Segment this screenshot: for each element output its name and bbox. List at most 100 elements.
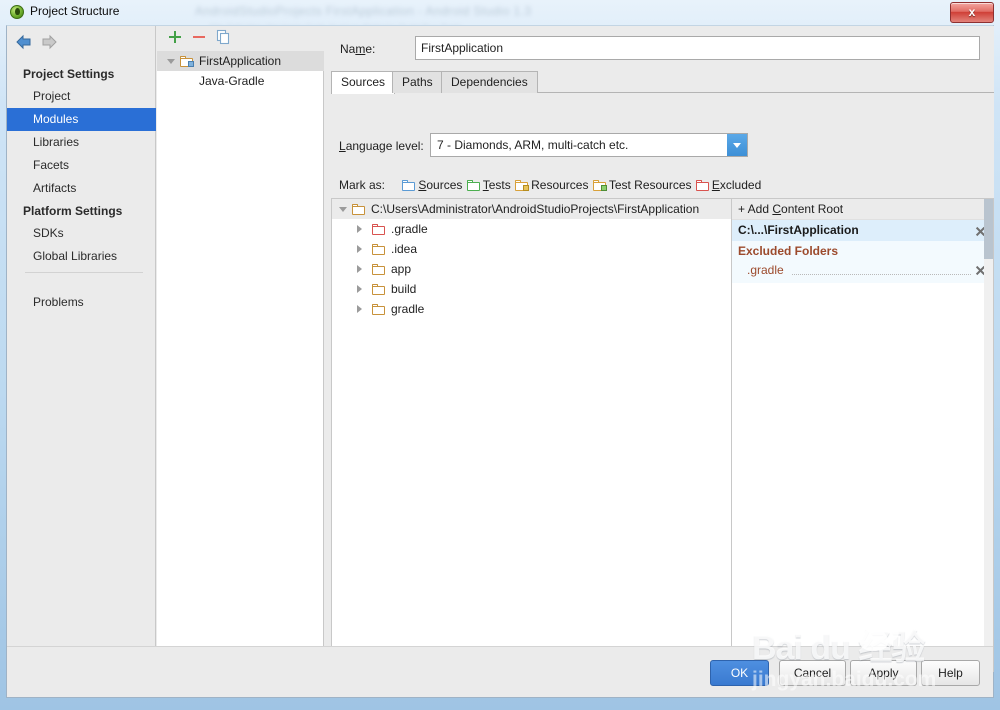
language-level-select[interactable]: 7 - Diamonds, ARM, multi-catch etc. [430,133,748,157]
close-icon: x [968,5,976,19]
editor-tabs: Sources Paths Dependencies [331,71,994,94]
excluded-folder-icon [695,180,709,191]
title-bar: Project Structure x [0,0,1000,24]
module-tree-label: Java-Gradle [199,74,265,88]
sidebar-problems-section: Problems [7,291,156,314]
content-roots-panel: + Add Content Root C:\...\FirstApplicati… [731,198,994,672]
module-tree-row[interactable]: FirstApplication [157,51,324,71]
sidebar-item-libraries[interactable]: Libraries [7,131,156,154]
add-content-root-button[interactable]: + Add Content Root [732,199,993,220]
help-button[interactable]: Help [921,660,980,686]
chevron-down-icon[interactable] [167,59,175,64]
chevron-down-icon[interactable] [727,134,747,156]
mark-as-resources-button[interactable]: Resources [514,178,588,193]
chevron-right-icon[interactable] [357,225,362,233]
mark-as-test-resources-label: Test Resources [608,178,692,192]
file-tree-root-label: C:\Users\Administrator\AndroidStudioProj… [371,202,700,216]
mark-as-test-resources-button[interactable]: Test Resources [592,178,692,193]
window-title: Project Structure [30,4,120,18]
tab-paths[interactable]: Paths [392,71,443,93]
tests-folder-icon [466,180,480,191]
file-tree-row[interactable]: .idea [332,239,731,259]
sidebar-item-facets[interactable]: Facets [7,154,156,177]
resources-folder-icon [515,180,530,191]
project-structure-window: AndroidStudioProjects FirstApplication -… [0,0,1000,710]
mark-as-label: Mark as: [339,178,386,192]
cancel-button[interactable]: Cancel [779,660,846,686]
file-tree-label: app [391,262,412,276]
mark-as-resources-label: Resources [531,178,589,192]
language-level-value: 7 - Diamonds, ARM, multi-catch etc. [437,138,629,152]
sidebar-group-platform-settings: Platform Settings [23,204,123,218]
chevron-right-icon[interactable] [357,305,362,313]
sidebar-item-modules[interactable]: Modules [7,108,156,131]
module-tree-label: FirstApplication [199,54,282,68]
file-tree-label: .gradle [391,222,428,236]
forward-arrow-icon[interactable] [40,34,62,54]
sidebar-item-problems[interactable]: Problems [7,291,156,314]
tab-sources[interactable]: Sources [331,71,396,94]
ok-button[interactable]: OK [710,660,769,686]
sidebar-item-project[interactable]: Project [7,85,156,108]
chevron-right-icon[interactable] [357,245,362,253]
modules-panel: FirstApplication Java-Gradle [157,26,324,646]
sidebar-list: Project Settings Project Modules Librari… [7,63,156,268]
module-editor: Name: Sources Paths Dependencies Languag… [325,26,994,672]
content-roots-scrollbar[interactable] [984,199,993,671]
close-button[interactable]: x [950,2,994,23]
file-tree-label: gradle [391,302,425,316]
back-arrow-icon[interactable] [15,34,37,54]
module-tree-row[interactable]: Java-Gradle [157,71,324,91]
mark-as-row: Mark as: Sources Tests Resources Test Re… [339,178,761,196]
content-root-header[interactable]: C:\...\FirstApplication [732,220,993,241]
content-root-title: C:\...\FirstApplication [738,223,859,237]
test-resources-folder-icon [592,180,607,191]
chevron-right-icon[interactable] [357,285,362,293]
scrollbar-thumb[interactable] [984,199,993,259]
folder-icon [372,284,385,295]
modules-toolbar [157,26,324,51]
mark-as-tests-button[interactable]: Tests [466,178,511,193]
apply-button[interactable]: Apply [850,660,917,686]
language-level-label: Language level: [339,139,424,153]
sidebar-divider [25,272,143,273]
file-tree-label: .idea [391,242,418,256]
tab-dependencies[interactable]: Dependencies [441,71,538,93]
sidebar-item-artifacts[interactable]: Artifacts [7,177,156,200]
module-folder-icon [180,56,194,67]
excluded-folders-section: Excluded Folders .gradle [732,241,993,283]
android-studio-icon [10,5,24,19]
mark-as-sources-button[interactable]: Sources [401,178,462,193]
navigation-arrows [15,34,62,54]
excluded-folder-icon [372,224,385,235]
excluded-folders-title: Excluded Folders [738,244,839,258]
file-tree-row[interactable]: app [332,259,731,279]
excluded-folder-label: .gradle [747,263,784,277]
file-tree-row[interactable]: gradle [332,299,731,319]
folder-icon [372,244,385,255]
settings-sidebar: Project Settings Project Modules Librari… [7,26,156,646]
sidebar-item-sdks[interactable]: SDKs [7,222,156,245]
chevron-right-icon[interactable] [357,265,362,273]
root-folder-icon [352,204,365,215]
folder-icon [372,304,385,315]
sidebar-item-global-libraries[interactable]: Global Libraries [7,245,156,268]
dialog-button-bar: OK Cancel Apply Help [7,646,993,697]
folder-icon [372,264,385,275]
file-tree-row[interactable]: .gradle [332,219,731,239]
sidebar-group-project-settings: Project Settings [23,67,115,81]
file-tree-label: build [391,282,417,296]
file-tree-root-row[interactable]: C:\Users\Administrator\AndroidStudioProj… [332,199,731,219]
remove-module-button[interactable] [191,29,211,49]
name-label: Name: [340,42,376,56]
excluded-folder-item[interactable]: .gradle [732,261,993,279]
add-module-button[interactable] [167,29,187,49]
sources-folder-icon [402,180,416,191]
file-tree-row[interactable]: build [332,279,731,299]
name-input[interactable] [415,36,980,60]
copy-icon[interactable] [215,29,235,49]
content-root-tree: C:\Users\Administrator\AndroidStudioProj… [331,198,731,672]
dialog-body: Project Settings Project Modules Librari… [6,25,994,698]
mark-as-excluded-button[interactable]: Excluded [695,178,761,193]
chevron-down-icon[interactable] [339,207,347,212]
